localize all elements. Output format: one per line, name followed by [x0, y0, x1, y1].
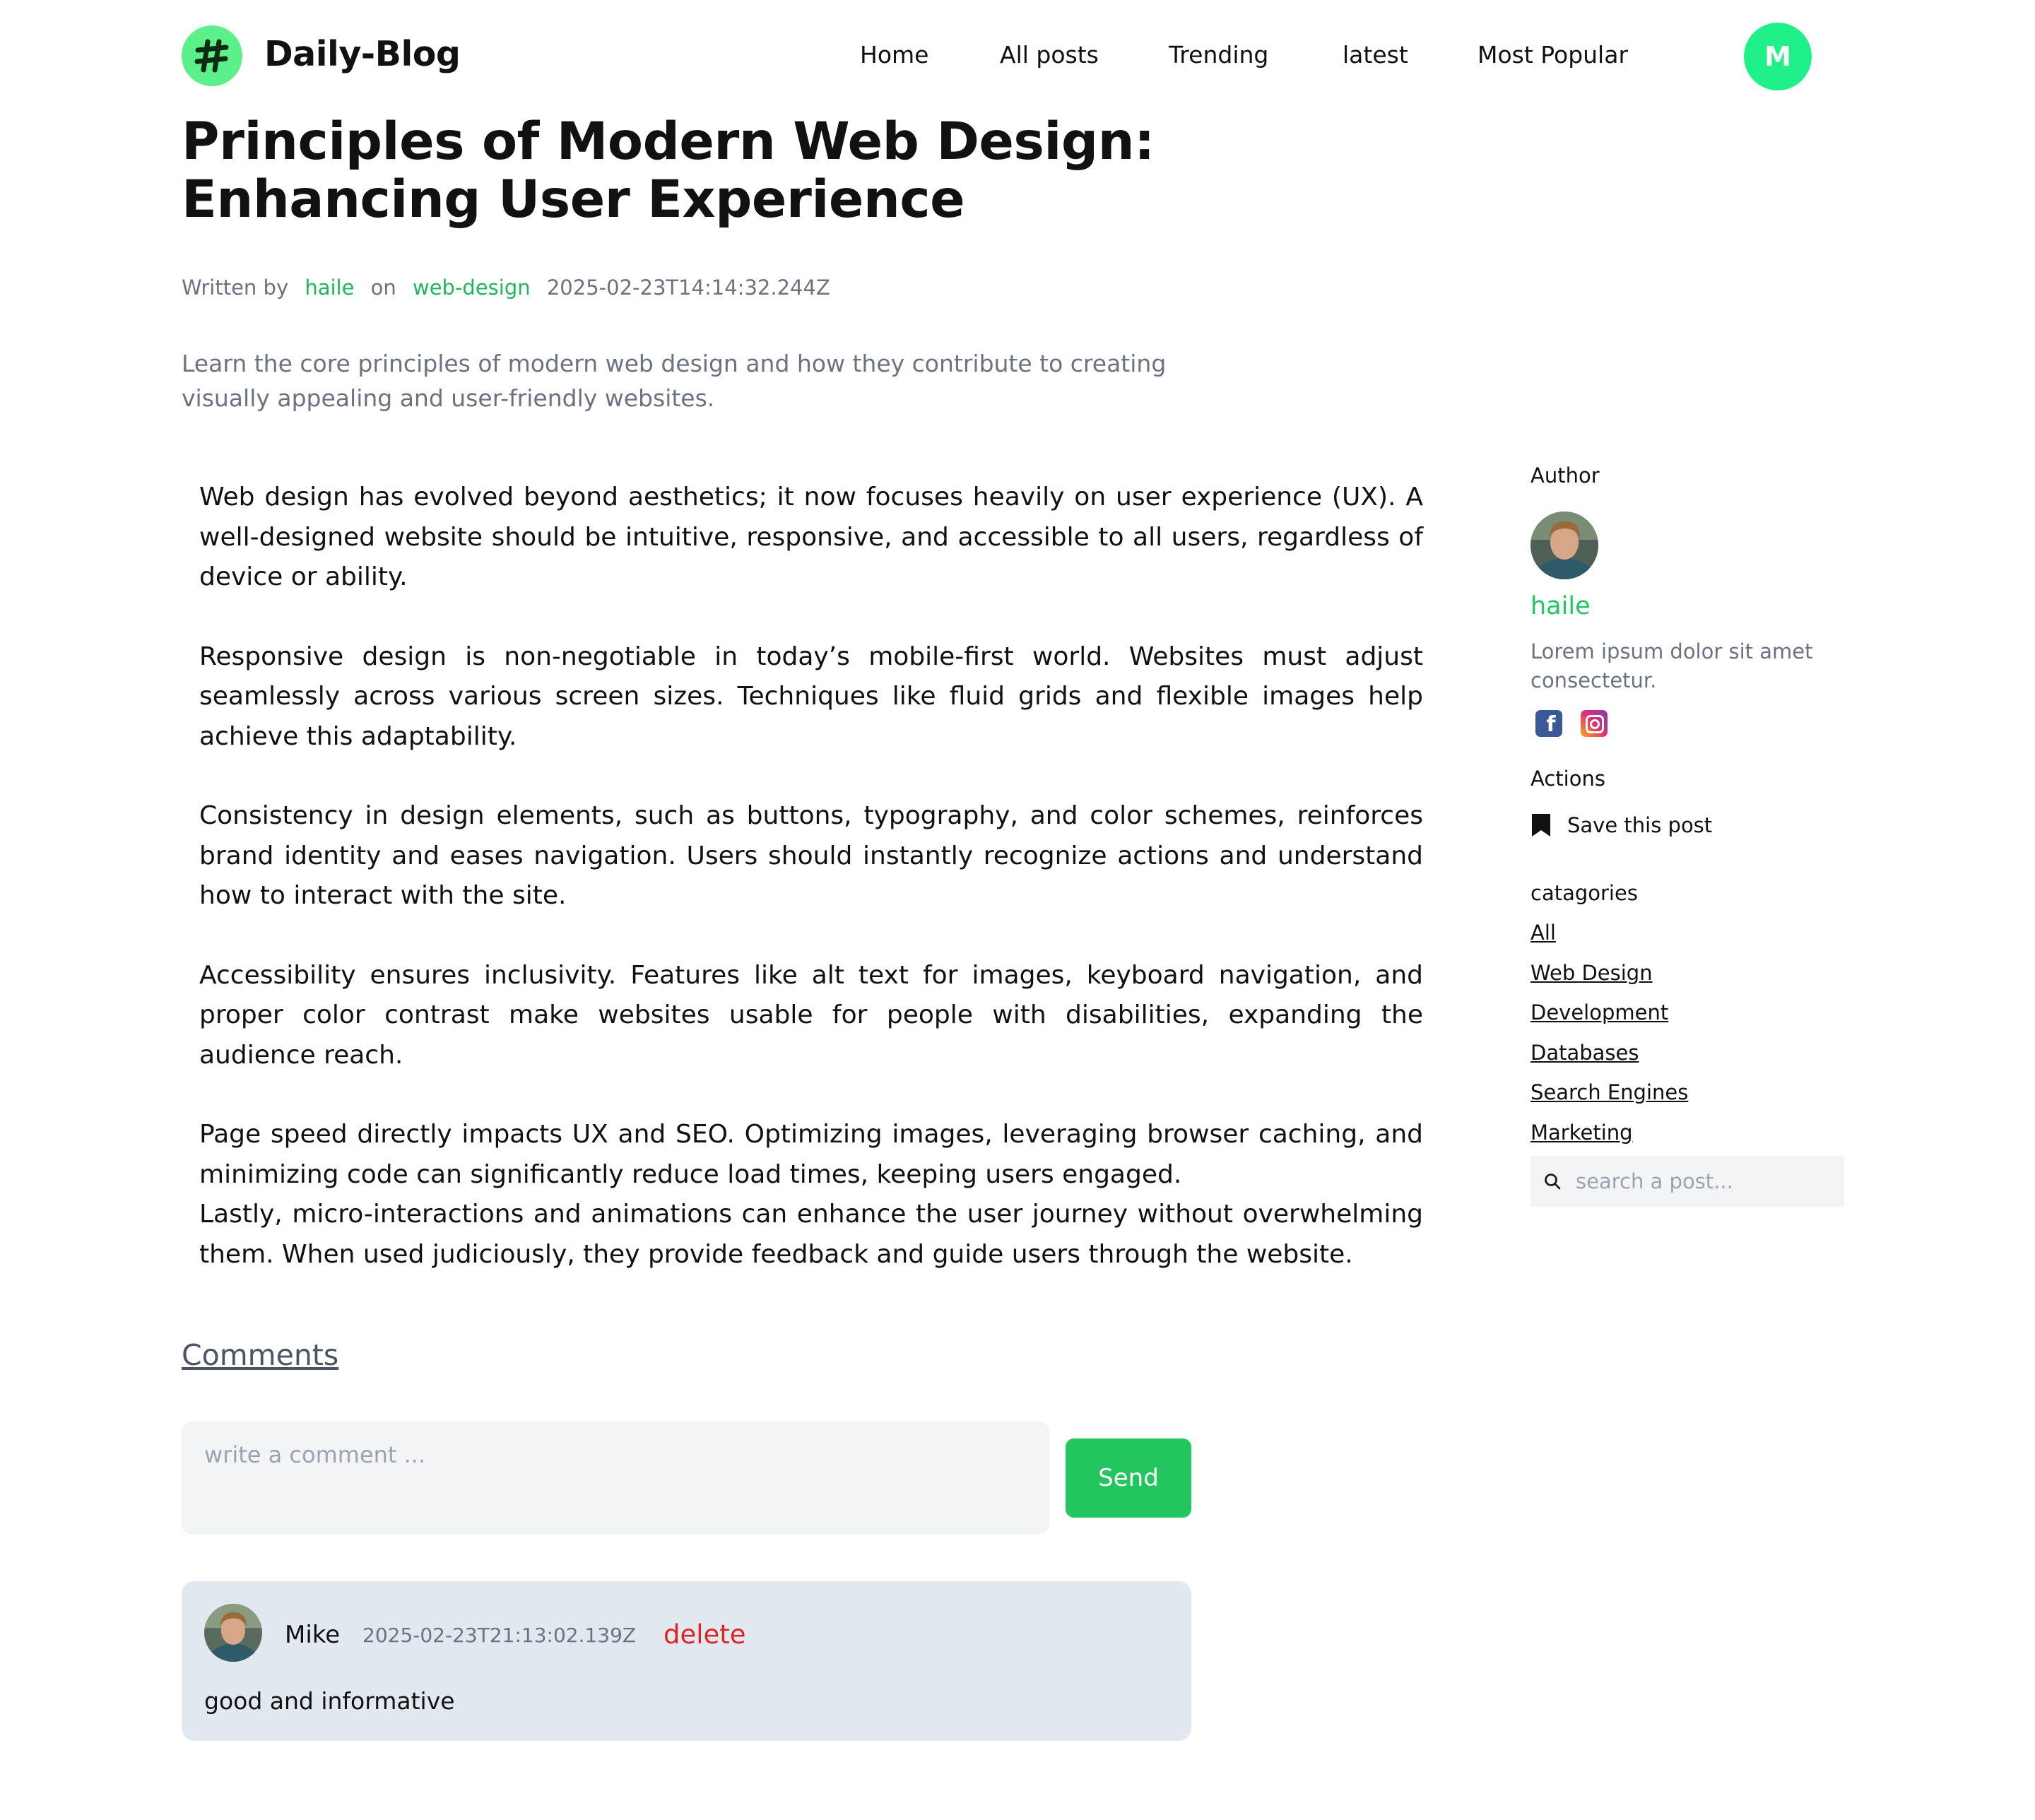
commenter-avatar[interactable] [204, 1604, 262, 1662]
save-post-label: Save this post [1567, 813, 1713, 837]
post-paragraph: Accessibility ensures inclusivity. Featu… [199, 960, 1423, 1070]
bookmark-icon [1532, 814, 1550, 837]
instagram-lens [1590, 719, 1600, 729]
comment-timestamp: 2025-02-23T21:13:02.139Z [362, 1624, 637, 1647]
category-link-search-engines[interactable]: Search Engines [1530, 1080, 1688, 1104]
post-author-link[interactable]: haile [305, 276, 354, 300]
post-title: Principles of Modern Web Design: Enhanci… [182, 112, 1155, 230]
logo[interactable] [182, 25, 242, 86]
post-summary: Learn the core principles of modern web … [182, 350, 1167, 412]
post-meta: Written by haile on web-design 2025-02-2… [182, 276, 840, 300]
post-paragraph: Consistency in design elements, such as … [199, 801, 1423, 910]
hashtag-icon [194, 39, 229, 73]
comment-input[interactable] [182, 1422, 1049, 1535]
written-by-label: Written by [182, 276, 289, 300]
post-paragraph: Lastly, micro-interactions and animation… [199, 1200, 1423, 1269]
comment-text: good and informative [204, 1687, 455, 1715]
author-section-label: Author [1530, 463, 1600, 488]
instagram-icon[interactable] [1581, 710, 1608, 737]
sidebar-search [1530, 1156, 1844, 1207]
commenter-name: Mike [285, 1621, 341, 1649]
brand-name[interactable]: Daily-Blog [264, 34, 461, 74]
post-category-link[interactable]: web-design [413, 276, 531, 300]
post-date: 2025-02-23T14:14:32.244Z [546, 276, 830, 300]
author-bio: Lorem ipsum dolor sit amet consectetur. [1530, 639, 1813, 692]
post-body: Web design has evolved beyond aesthetics… [199, 478, 1423, 1275]
search-icon [1545, 1174, 1561, 1190]
comments-heading[interactable]: Comments [182, 1338, 338, 1372]
actions-section-label: Actions [1530, 767, 1605, 791]
category-link-databases[interactable]: Databases [1530, 1041, 1639, 1065]
post-paragraph: Web design has evolved beyond aesthetics… [199, 483, 1423, 591]
page: Daily-Blog Home All posts Trending lates… [0, 0, 2035, 1820]
author-name-link[interactable]: haile [1530, 592, 1591, 620]
facebook-icon[interactable]: f [1535, 710, 1562, 737]
post-paragraph: Responsive design is non-negotiable in t… [199, 642, 1423, 751]
commenter-photo [204, 1604, 262, 1662]
category-link-web-design[interactable]: Web Design [1530, 961, 1653, 985]
comment-item: Mike 2025-02-23T21:13:02.139Z delete goo… [182, 1581, 1191, 1741]
send-comment-button[interactable]: Send [1066, 1438, 1191, 1518]
nav-latest[interactable]: latest [1343, 41, 1408, 69]
delete-comment-button[interactable]: delete [663, 1619, 746, 1650]
author-avatar[interactable] [1530, 512, 1598, 579]
author-photo [1530, 512, 1598, 579]
on-label: on [370, 276, 396, 300]
post-paragraph: Page speed directly impacts UX and SEO. … [199, 1120, 1423, 1189]
category-link-all[interactable]: All [1530, 921, 1556, 945]
category-link-marketing[interactable]: Marketing [1530, 1121, 1633, 1145]
save-post-button[interactable]: Save this post [1530, 812, 1712, 838]
category-link-development[interactable]: Development [1530, 1000, 1668, 1024]
user-avatar-button[interactable]: M [1744, 23, 1812, 90]
nav-most-popular[interactable]: Most Popular [1477, 41, 1628, 69]
nav-trending[interactable]: Trending [1169, 41, 1268, 69]
categories-section-label: catagories [1530, 881, 1638, 905]
nav-all-posts[interactable]: All posts [1000, 41, 1099, 69]
search-input[interactable] [1574, 1169, 1832, 1194]
nav-home[interactable]: Home [860, 41, 928, 69]
